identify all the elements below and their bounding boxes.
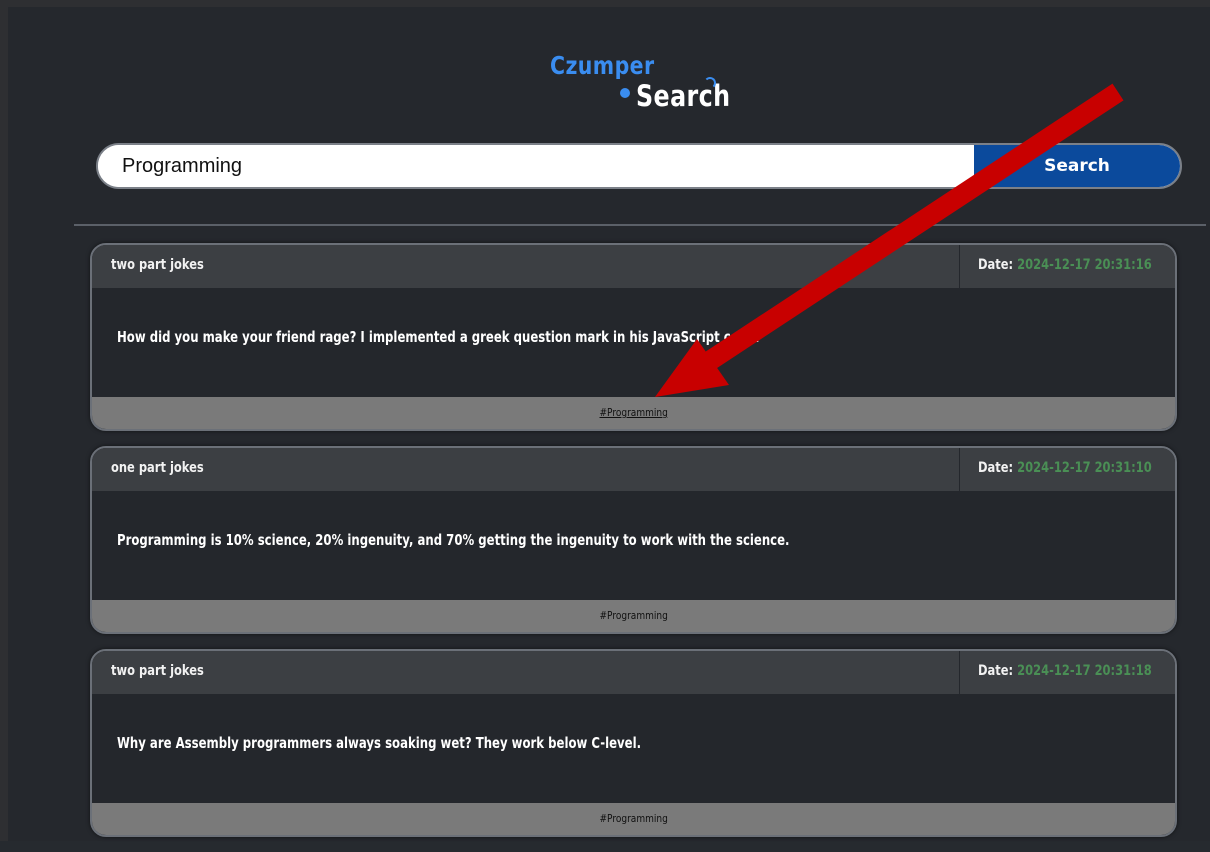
result-card: two part jokes Date: 2024-12-17 20:31:18…	[90, 649, 1177, 837]
card-category: two part jokes	[111, 663, 204, 679]
date-value: 2024-12-17 20:31:18	[1017, 663, 1152, 679]
logo[interactable]: Czumper Search	[548, 43, 748, 123]
divider	[74, 224, 1206, 226]
logo-arc-icon	[704, 77, 716, 89]
magnifier-icon	[620, 88, 630, 98]
tag-link[interactable]: #Programming	[599, 812, 667, 825]
card-footer: #Programming	[92, 600, 1175, 632]
date-value: 2024-12-17 20:31:10	[1017, 460, 1152, 476]
card-category: one part jokes	[111, 460, 204, 476]
tag-link[interactable]: #Programming	[599, 609, 667, 622]
joke-text: How did you make your friend rage? I imp…	[117, 328, 760, 346]
results-list: two part jokes Date: 2024-12-17 20:31:16…	[90, 243, 1177, 852]
date-value: 2024-12-17 20:31:16	[1017, 257, 1152, 273]
result-card: two part jokes Date: 2024-12-17 20:31:16…	[90, 243, 1177, 431]
card-header: one part jokes Date: 2024-12-17 20:31:10	[92, 448, 1175, 491]
card-header: two part jokes Date: 2024-12-17 20:31:18	[92, 651, 1175, 694]
date-label: Date:	[978, 257, 1014, 273]
card-date: Date: 2024-12-17 20:31:16	[959, 245, 1175, 288]
search-input[interactable]	[98, 145, 974, 187]
card-footer: #Programming	[92, 397, 1175, 429]
date-label: Date:	[978, 663, 1014, 679]
card-header: two part jokes Date: 2024-12-17 20:31:16	[92, 245, 1175, 288]
logo-text-czumper: Czumper	[550, 51, 655, 80]
joke-text: Why are Assembly programmers always soak…	[117, 734, 642, 752]
result-card: one part jokes Date: 2024-12-17 20:31:10…	[90, 446, 1177, 634]
app-window: Czumper Search Search two part jokes Dat…	[0, 0, 1210, 841]
logo-text-search: Search	[636, 79, 731, 113]
date-label: Date:	[978, 460, 1014, 476]
card-date: Date: 2024-12-17 20:31:18	[959, 651, 1175, 694]
search-bar: Search	[96, 143, 1182, 189]
tag-link[interactable]: #Programming	[599, 406, 667, 419]
search-button[interactable]: Search	[974, 145, 1180, 187]
joke-text: Programming is 10% science, 20% ingenuit…	[117, 531, 790, 549]
card-footer: #Programming	[92, 803, 1175, 835]
card-date: Date: 2024-12-17 20:31:10	[959, 448, 1175, 491]
card-category: two part jokes	[111, 257, 204, 273]
